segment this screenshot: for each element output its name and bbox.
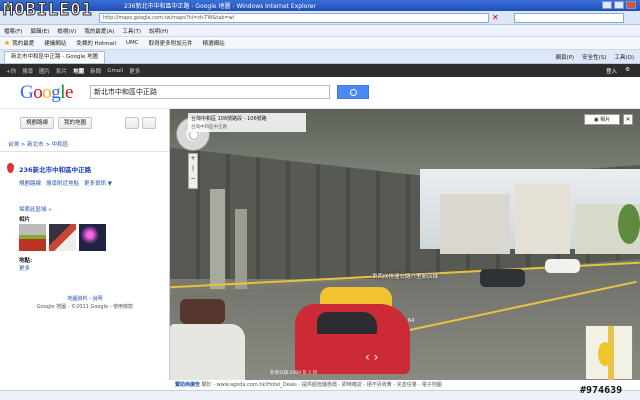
photo-thumbnail[interactable] [79,224,106,251]
close-streetview-icon[interactable]: ✕ [623,114,633,125]
status-bar [0,390,640,400]
car [480,269,525,287]
address-bar[interactable]: http://maps.google.com.tw/maps?hl=zh-TW&… [99,12,489,23]
ad-tag: 贊助商廣告 [175,382,201,388]
road-number: 64 [408,318,415,324]
link-icon[interactable] [142,117,156,129]
red-car [295,304,410,374]
watermark-logo: MOBILE01 [3,0,93,20]
directions-link[interactable]: 規劃路線 [19,179,41,187]
footer-links[interactable]: 地圖資料 - 說明 [0,295,170,302]
signin-link[interactable]: 登入 [606,67,617,75]
browser-search-input[interactable] [513,12,624,23]
print-icon[interactable] [125,117,139,129]
page-menu[interactable]: 網頁(P) [555,53,574,61]
place-heading: 地點: [19,258,33,264]
left-footer-strip [0,380,170,390]
white-van [170,324,245,380]
more-link[interactable]: 更多 [19,264,30,272]
minimize-button[interactable] [602,1,612,9]
street-label: 東西向快速公路八里新店線 [372,274,439,280]
pillar [235,209,247,289]
photo-thumbnail[interactable] [49,224,76,251]
directions-button[interactable]: 規劃路線 [20,117,55,129]
navigation-arrows-icon[interactable]: ‹ › [365,350,378,364]
zoom-control[interactable]: + | − [188,153,198,189]
close-window-button[interactable] [626,1,636,9]
favorites-bar: ★ 我的最愛 建議網站 免費的 Hotmail UMC 取得更多附加元件 精選網站 [0,37,640,50]
gbar-plus[interactable]: +你 [6,67,16,75]
window-title: 236新北市中和區中正路 - Google 地圖 - Windows Inter… [124,3,316,10]
result-title[interactable]: 236新北市中和區中正路 [19,164,91,174]
tab-row: 新北市中和區中正路 - Google 地圖 網頁(P) 安全性(S) 工具(O) [0,50,640,64]
fav-addons[interactable]: 取得更多附加元件 [149,39,193,47]
menu-tools[interactable]: 工具(T) [122,27,141,35]
breadcrumb[interactable]: 台灣 > 新北市 > 中和區 [8,140,68,148]
street-view-panorama[interactable] [170,109,640,380]
gbar-images[interactable]: 圖片 [39,67,50,75]
left-panel: 規劃路線 我的地圖 台灣 > 新北市 > 中和區 236新北市中和區中正路 規劃… [0,109,170,380]
watermark-id: #974639 [580,385,623,396]
fav-featured[interactable]: 精選網站 [203,39,225,47]
menu-favorites[interactable]: 我的最愛(A) [84,27,114,35]
mini-map[interactable] [585,325,633,381]
photo-thumbnail[interactable] [19,224,46,251]
map-pin-icon [7,163,14,173]
nearby-link[interactable]: 搜尋附近地點 [46,179,79,187]
menu-help[interactable]: 說明(H) [149,27,168,35]
gbar-more[interactable]: 更多 [129,67,140,75]
search-button[interactable] [337,85,369,99]
google-logo[interactable]: Google [20,82,73,104]
menu-file[interactable]: 檔案(F) [4,27,22,35]
explore-link[interactable]: 探索此區域 » [19,205,52,213]
google-bar: +你 搜尋 圖片 影片 地圖 新聞 Gmail 更多 登入 ⚙ [0,64,640,77]
my-maps-button[interactable]: 我的地圖 [58,117,93,129]
ad-text[interactable]: 關於 - www.agoda.com.hk/Hotel_Deals - 提供超值… [202,382,442,388]
menu-bar: 檔案(F) 編輯(E) 檢視(V) 我的最愛(A) 工具(T) 說明(H) [0,25,640,37]
window-controls [602,1,636,9]
gear-icon[interactable]: ⚙ [625,67,630,75]
maps-header: Google 新北市中和區中正路 [0,77,640,109]
fav-umc[interactable]: UMC [126,40,139,46]
safety-menu[interactable]: 安全性(S) [582,53,606,61]
ad-bar: 贊助商廣告 關於 - www.agoda.com.hk/Hotel_Deals … [170,380,640,390]
star-icon: ★ [4,39,11,47]
street-view-info: 台灣中和區 106號路段 - 106號路 台灣中和區中正路 [188,113,306,132]
maps-search-input[interactable]: 新北市中和區中正路 [90,85,330,99]
favorites-button[interactable]: ★ 我的最愛 [4,39,34,47]
building [440,194,510,254]
gbar-news[interactable]: 新聞 [90,67,101,75]
menu-edit[interactable]: 編輯(E) [30,27,49,35]
pillar [210,189,225,289]
car [545,259,580,273]
imagery-date: 影像日期:2009 年 1 月 [270,371,318,376]
gbar-videos[interactable]: 影片 [56,67,67,75]
gbar-gmail[interactable]: Gmail [107,68,123,74]
more-info-link[interactable]: 更多資訊 ▼ [84,179,112,187]
tab-google-maps[interactable]: 新北市中和區中正路 - Google 地圖 [4,50,106,63]
divider [0,151,169,152]
stop-icon[interactable]: ✕ [492,13,499,22]
gbar-search[interactable]: 搜尋 [22,67,33,75]
fav-suggested[interactable]: 建議網站 [44,39,66,47]
footer-copyright: Google 地圖 - ©2011 Google - 使用條款 [36,304,134,310]
photos-heading: 相片 [19,217,31,223]
building [515,184,570,254]
address-row: http://maps.google.com.tw/maps?hl=zh-TW&… [0,11,640,25]
ie-command-bar: 網頁(P) 安全性(S) 工具(O) [555,53,640,61]
maximize-button[interactable] [614,1,624,9]
related-photos-button[interactable]: ▣ 相片 [584,114,620,125]
tree [618,204,640,244]
fav-hotmail[interactable]: 免費的 Hotmail [76,39,116,47]
tools-menu[interactable]: 工具(O) [614,53,634,61]
gbar-maps[interactable]: 地圖 [73,67,84,75]
title-bar: 236新北市中和區中正路 - Google 地圖 - Windows Inter… [0,0,640,11]
menu-view[interactable]: 檢視(V) [57,27,76,35]
scooter [180,299,225,324]
